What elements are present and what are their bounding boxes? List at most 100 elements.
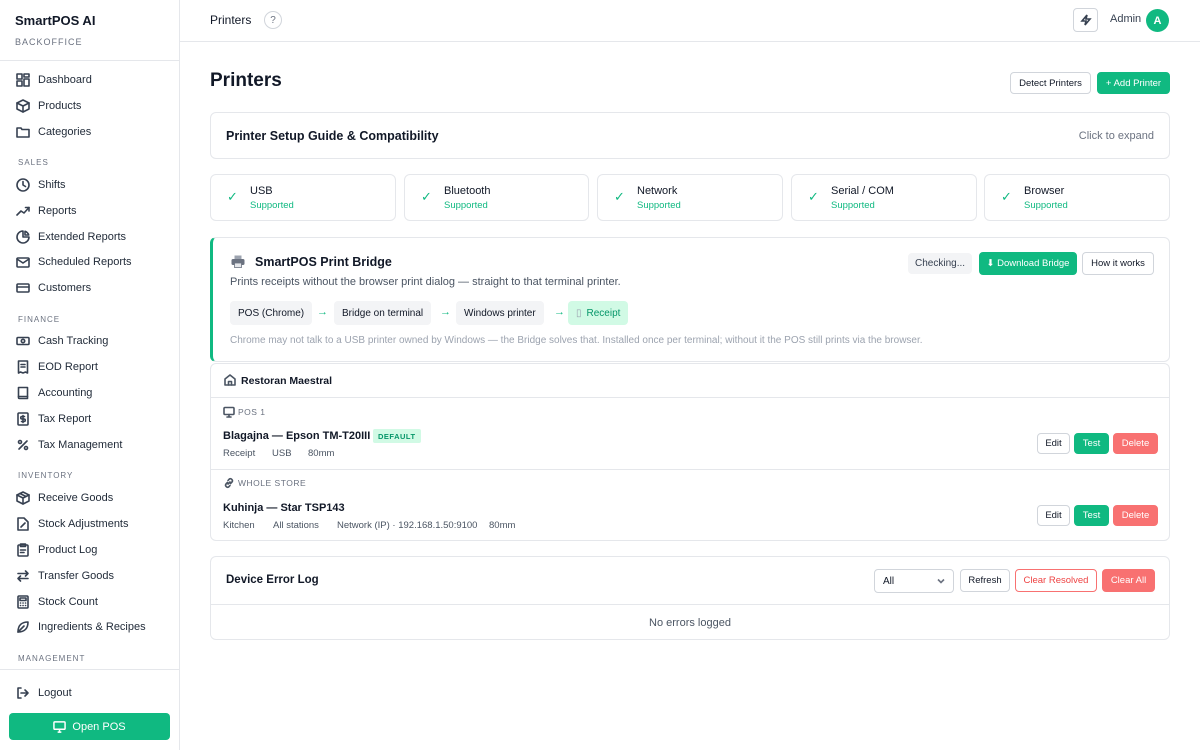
sidebar-item-scheduled-reports[interactable]: Scheduled Reports	[16, 252, 132, 272]
sidebar-item-stock-count[interactable]: Stock Count	[16, 592, 98, 612]
clear-resolved-button[interactable]: Clear Resolved	[1015, 569, 1097, 592]
transfer-icon	[16, 569, 30, 583]
sidebar-item-label: EOD Report	[38, 361, 98, 373]
store-name: Restoran Maestral	[241, 375, 333, 387]
error-filter-value: All	[883, 575, 895, 587]
user-name[interactable]: Admin	[1110, 13, 1141, 25]
topbar: Printers ? Admin A	[180, 0, 1200, 42]
test-printer-button[interactable]: Test	[1074, 433, 1109, 454]
clipboard-icon	[16, 543, 30, 557]
download-bridge-button[interactable]: ⬇ Download Bridge	[979, 252, 1077, 275]
capability-card: ✓ Browser Supported	[984, 174, 1170, 221]
capability-status: Supported	[637, 200, 681, 211]
sidebar-item-ingredients-recipes[interactable]: Ingredients & Recipes	[16, 617, 146, 637]
setup-guide-expand[interactable]: Click to expand	[1079, 130, 1154, 142]
sidebar-item-tax-report[interactable]: Tax Report	[16, 409, 91, 429]
chevron-down-icon	[937, 577, 945, 585]
sidebar-item-transfer-goods[interactable]: Transfer Goods	[16, 566, 114, 586]
sidebar-item-label: Customers	[38, 282, 92, 294]
sidebar-divider	[0, 60, 179, 61]
edit-printer-button[interactable]: Edit	[1037, 433, 1070, 454]
flow-step: Bridge on terminal	[334, 301, 432, 325]
delete-printer-button[interactable]: Delete	[1113, 433, 1158, 454]
how-it-works-button[interactable]: How it works	[1082, 252, 1154, 275]
add-printer-button[interactable]: + Add Printer	[1097, 72, 1170, 94]
sidebar-item-tax-management[interactable]: Tax Management	[16, 435, 122, 455]
dashboard-icon	[16, 73, 30, 87]
test-printer-button[interactable]: Test	[1074, 505, 1109, 526]
capability-card: ✓ USB Supported	[210, 174, 396, 221]
check-icon: ✓	[614, 189, 625, 204]
sidebar-item-categories[interactable]: Categories	[16, 122, 91, 142]
logout-label: Logout	[38, 687, 72, 699]
empty-state-text: No errors logged	[649, 617, 731, 629]
capability-card: ✓ Network Supported	[597, 174, 783, 221]
sidebar-item-label: Shifts	[38, 179, 66, 191]
topbar-title: Printers	[210, 13, 252, 27]
check-icon: ✓	[808, 189, 819, 204]
sidebar-item-label: Dashboard	[38, 74, 92, 86]
flow-step: POS (Chrome)	[230, 301, 313, 325]
sidebar-item-reports[interactable]: Reports	[16, 201, 77, 221]
sidebar-item-customers[interactable]: Customers	[16, 278, 91, 298]
package-icon	[16, 491, 30, 505]
sidebar-item-dashboard[interactable]: Dashboard	[16, 70, 92, 90]
receipt-icon: ▯	[576, 307, 582, 319]
sidebar-item-receive-goods[interactable]: Receive Goods	[16, 488, 113, 508]
flow-arrow: →	[440, 306, 451, 318]
sidebar-item-extended-reports[interactable]: Extended Reports	[16, 227, 126, 247]
mail-icon	[16, 255, 30, 269]
sidebar-item-cash-tracking[interactable]: Cash Tracking	[16, 331, 108, 351]
sidebar-item-products[interactable]: Products	[16, 96, 81, 116]
sidebar-item-shifts[interactable]: Shifts	[16, 175, 66, 195]
folder-icon	[16, 125, 30, 139]
link-icon	[223, 477, 235, 489]
capability-card: ✓ Bluetooth Supported	[404, 174, 589, 221]
delete-printer-button[interactable]: Delete	[1113, 505, 1158, 526]
capability-name: Network	[637, 185, 678, 197]
print-bridge-panel: SmartPOS Print Bridge Prints receipts wi…	[210, 237, 1170, 362]
section-label-sales: SALES	[18, 158, 49, 167]
sidebar-item-label: Tax Management	[38, 439, 123, 451]
percent-icon	[16, 438, 30, 452]
section-label-management: MANAGEMENT	[18, 654, 86, 663]
printer-stations: All stations	[273, 520, 319, 531]
setup-guide-panel[interactable]: Printer Setup Guide & Compatibility Clic…	[210, 112, 1170, 159]
help-icon[interactable]: ?	[264, 11, 282, 29]
sidebar-item-label: Transfer Goods	[38, 570, 115, 582]
open-pos-label: Open POS	[72, 720, 126, 733]
trend-icon	[16, 204, 30, 218]
sidebar-item-label: Cash Tracking	[38, 335, 109, 347]
check-icon: ✓	[421, 189, 432, 204]
print-bridge-description: Prints receipts without the browser prin…	[230, 276, 621, 288]
detect-printers-button[interactable]: Detect Printers	[1010, 72, 1091, 94]
clear-all-button[interactable]: Clear All	[1102, 569, 1155, 592]
sidebar-item-label: Product Log	[38, 544, 98, 556]
card-icon	[16, 281, 30, 295]
sidebar-item-product-log[interactable]: Product Log	[16, 540, 97, 560]
sidebar-item-stock-adjustments[interactable]: Stock Adjustments	[16, 514, 129, 534]
refresh-button[interactable]: Refresh	[960, 569, 1010, 592]
edit-printer-button[interactable]: Edit	[1037, 505, 1070, 526]
file-edit-icon	[16, 517, 30, 531]
print-bridge-note: Chrome may not talk to a USB printer own…	[230, 335, 923, 346]
sidebar-divider	[0, 669, 179, 670]
capability-status: Supported	[444, 200, 488, 211]
sidebar-item-accounting[interactable]: Accounting	[16, 383, 92, 403]
capability-name: USB	[250, 185, 273, 197]
printer-icon	[231, 255, 245, 268]
leaf-icon	[16, 620, 30, 634]
sidebar-item-label: Categories	[38, 126, 92, 138]
open-pos-button[interactable]: Open POS	[9, 713, 170, 740]
sidebar-item-label: Receive Goods	[38, 492, 114, 504]
flow-step: Windows printer	[456, 301, 544, 325]
error-filter-select[interactable]: All	[874, 569, 954, 593]
avatar[interactable]: A	[1146, 9, 1169, 32]
sidebar-item-eod-report[interactable]: EOD Report	[16, 357, 98, 377]
sidebar-item-label: Scheduled Reports	[38, 256, 132, 268]
store-printers-panel: Restoran Maestral POS 1 Blagajna — Epson…	[210, 363, 1170, 541]
dollar-icon	[16, 412, 30, 426]
quick-actions-button[interactable]	[1073, 8, 1098, 32]
logout-button[interactable]: Logout	[16, 683, 72, 703]
brand-title: SmartPOS AI	[15, 13, 96, 28]
